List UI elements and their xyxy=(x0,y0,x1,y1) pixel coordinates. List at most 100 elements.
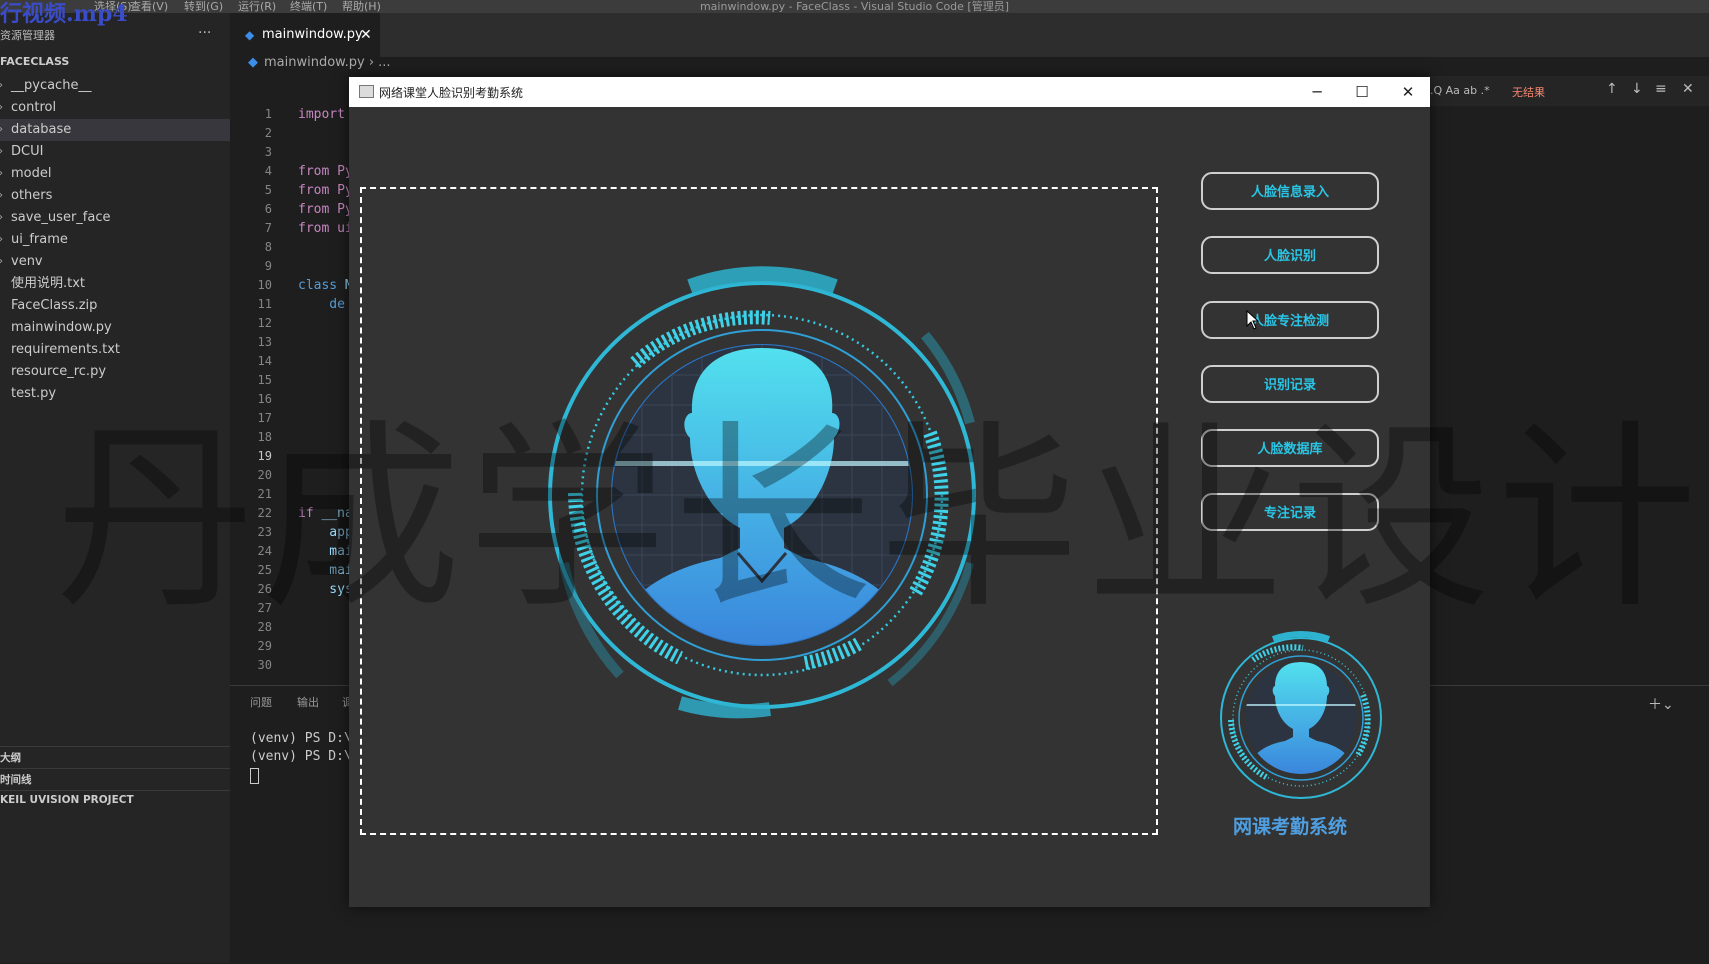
keil-project-section[interactable]: KEIL UVISION PROJECT xyxy=(0,790,230,806)
face-enroll-button[interactable]: 人脸信息录入 xyxy=(1201,172,1379,210)
add-terminal-icon[interactable]: ＋⌄ xyxy=(1648,694,1674,714)
timeline-section[interactable]: 时间线 xyxy=(0,768,230,787)
line-number: 21 xyxy=(257,487,272,501)
line-number: 29 xyxy=(257,639,272,653)
tree-item-label: DCUI xyxy=(11,144,44,159)
code-keyword: if xyxy=(298,506,314,521)
line-number: 5 xyxy=(264,183,272,197)
tree-item-save-user-face[interactable]: › save_user_face xyxy=(0,207,230,229)
workspace-root[interactable]: FACECLASS xyxy=(0,55,69,68)
line-number: 1 xyxy=(264,107,272,121)
close-button[interactable]: ✕ xyxy=(1385,77,1431,107)
minimize-button[interactable]: ─ xyxy=(1294,77,1340,107)
code-line: from Py xyxy=(298,202,353,217)
line-number: 19 xyxy=(257,449,272,463)
close-icon[interactable]: ✕ xyxy=(1682,81,1694,97)
tree-item-model[interactable]: › model xyxy=(0,163,230,185)
arrow-down-icon[interactable]: ↓ xyxy=(1631,81,1643,97)
find-widget: .Q Aa ab .* 无结果 ↑ ↓ ≡ ✕ xyxy=(1428,76,1709,106)
chevron-right-icon: › xyxy=(0,75,3,97)
line-number: 27 xyxy=(257,601,272,615)
line-number-gutter: 1 2 3 4 5 6 7 8 9 10 11 12 13 14 15 16 17 18 19 20 21 22 23 24 2… xyxy=(240,105,272,675)
window-icon xyxy=(359,85,374,98)
find-options[interactable]: .Q Aa ab .* xyxy=(1430,84,1490,97)
code-line: mai xyxy=(298,544,353,559)
code-line: app xyxy=(298,525,353,540)
tree-item-label: venv xyxy=(11,254,43,269)
tree-item-mainwindow[interactable]: mainwindow.py xyxy=(0,317,230,339)
tree-item-resource-rc[interactable]: resource_rc.py xyxy=(0,361,230,383)
face-recognize-button[interactable]: 人脸识别 xyxy=(1201,236,1379,274)
line-number: 23 xyxy=(257,525,272,539)
maximize-button[interactable]: ☐ xyxy=(1339,77,1385,107)
tab-output[interactable]: 输出 xyxy=(297,694,319,710)
chevron-right-icon: › xyxy=(0,207,3,229)
line-number: 8 xyxy=(264,240,272,254)
line-number: 16 xyxy=(257,392,272,406)
terminal[interactable]: (venv) PS D:\P (venv) PS D:\P xyxy=(250,730,360,784)
arrow-up-icon[interactable]: ↑ xyxy=(1606,81,1618,97)
video-filename-overlay: 行视频.mp4 xyxy=(0,1,128,27)
tree-item-faceclass-zip[interactable]: FaceClass.zip xyxy=(0,295,230,317)
code-line: import xyxy=(298,107,345,122)
tree-item-requirements[interactable]: requirements.txt xyxy=(0,339,230,361)
code-line: from Py xyxy=(298,183,353,198)
chevron-right-icon: › xyxy=(0,119,3,141)
line-number: 28 xyxy=(257,620,272,634)
chevron-right-icon: › xyxy=(0,163,3,185)
focus-detect-button[interactable]: 人脸专注检测 xyxy=(1201,301,1379,339)
tree-item-label: __pycache__ xyxy=(11,78,92,93)
code-line: de xyxy=(298,297,345,312)
tab-problems[interactable]: 问题 xyxy=(250,694,272,710)
line-number: 7 xyxy=(264,221,272,235)
line-number: 26 xyxy=(257,582,272,596)
grid-background xyxy=(612,345,912,645)
breadcrumb[interactable]: ◆ mainwindow.py › ... xyxy=(248,55,391,70)
face-database-button[interactable]: 人脸数据库 xyxy=(1201,429,1379,467)
focus-records-button[interactable]: 专注记录 xyxy=(1201,493,1379,531)
outline-section[interactable]: 大纲 xyxy=(0,746,230,765)
explorer-sidebar: 资源管理器 ··· FACECLASS › __pycache__ › contro… xyxy=(0,13,230,963)
tree-item-label: model xyxy=(11,166,52,181)
tree-item-label: requirements.txt xyxy=(11,342,121,357)
breadcrumb-text: mainwindow.py › ... xyxy=(264,55,391,70)
terminal-line: (venv) PS D:\P xyxy=(250,731,360,746)
tree-item-ui-frame[interactable]: › ui_frame xyxy=(0,229,230,251)
tree-item-label: ui_frame xyxy=(11,232,68,247)
tree-item-label: database xyxy=(11,122,72,137)
chevron-right-icon: › xyxy=(0,141,3,163)
more-actions-icon[interactable]: ··· xyxy=(198,25,211,41)
code-keyword: class xyxy=(298,278,338,293)
tab-mainwindow[interactable]: ◆ mainwindow.py ✕ xyxy=(230,13,380,57)
tree-item-label: mainwindow.py xyxy=(11,320,112,335)
tree-item-label: save_user_face xyxy=(11,210,111,225)
line-number: 4 xyxy=(264,164,272,178)
tree-item-others[interactable]: › others xyxy=(0,185,230,207)
close-icon[interactable]: ✕ xyxy=(360,13,372,57)
tree-item-venv[interactable]: › venv xyxy=(0,251,230,273)
selection-icon[interactable]: ≡ xyxy=(1655,81,1667,97)
code-line: sys xyxy=(298,582,353,597)
line-number: 10 xyxy=(257,278,272,292)
recognition-records-button[interactable]: 识别记录 xyxy=(1201,365,1379,403)
tree-item-pycache[interactable]: › __pycache__ xyxy=(0,75,230,97)
file-tree: › __pycache__ › control › database › DCUI › m… xyxy=(0,75,230,405)
line-number: 3 xyxy=(264,145,272,159)
tree-item-test[interactable]: test.py xyxy=(0,383,230,405)
chevron-right-icon: › xyxy=(0,251,3,273)
line-number: 2 xyxy=(264,126,272,140)
python-file-icon: ◆ xyxy=(248,55,258,70)
tree-item-control[interactable]: › control xyxy=(0,97,230,119)
app-logo xyxy=(1220,630,1382,799)
face-scan-illustration xyxy=(548,266,976,719)
tree-item-database[interactable]: › database xyxy=(0,119,230,141)
tree-item-label: control xyxy=(11,100,57,115)
code-editor[interactable]: import from Py from Py from Py from ui c… xyxy=(298,105,353,599)
line-number: 12 xyxy=(257,316,272,330)
tree-item-readme[interactable]: 使用说明.txt xyxy=(0,273,230,295)
window-title: mainwindow.py - FaceClass - Visual Studi… xyxy=(699,0,1010,13)
chevron-right-icon: › xyxy=(0,97,3,119)
app-window: 网络课堂人脸识别考勤系统 ─ ☐ ✕ 人脸信息录入 人脸识别 人脸专注检测 识别… xyxy=(349,77,1430,907)
tree-item-dcui[interactable]: › DCUI xyxy=(0,141,230,163)
line-number: 14 xyxy=(257,354,272,368)
